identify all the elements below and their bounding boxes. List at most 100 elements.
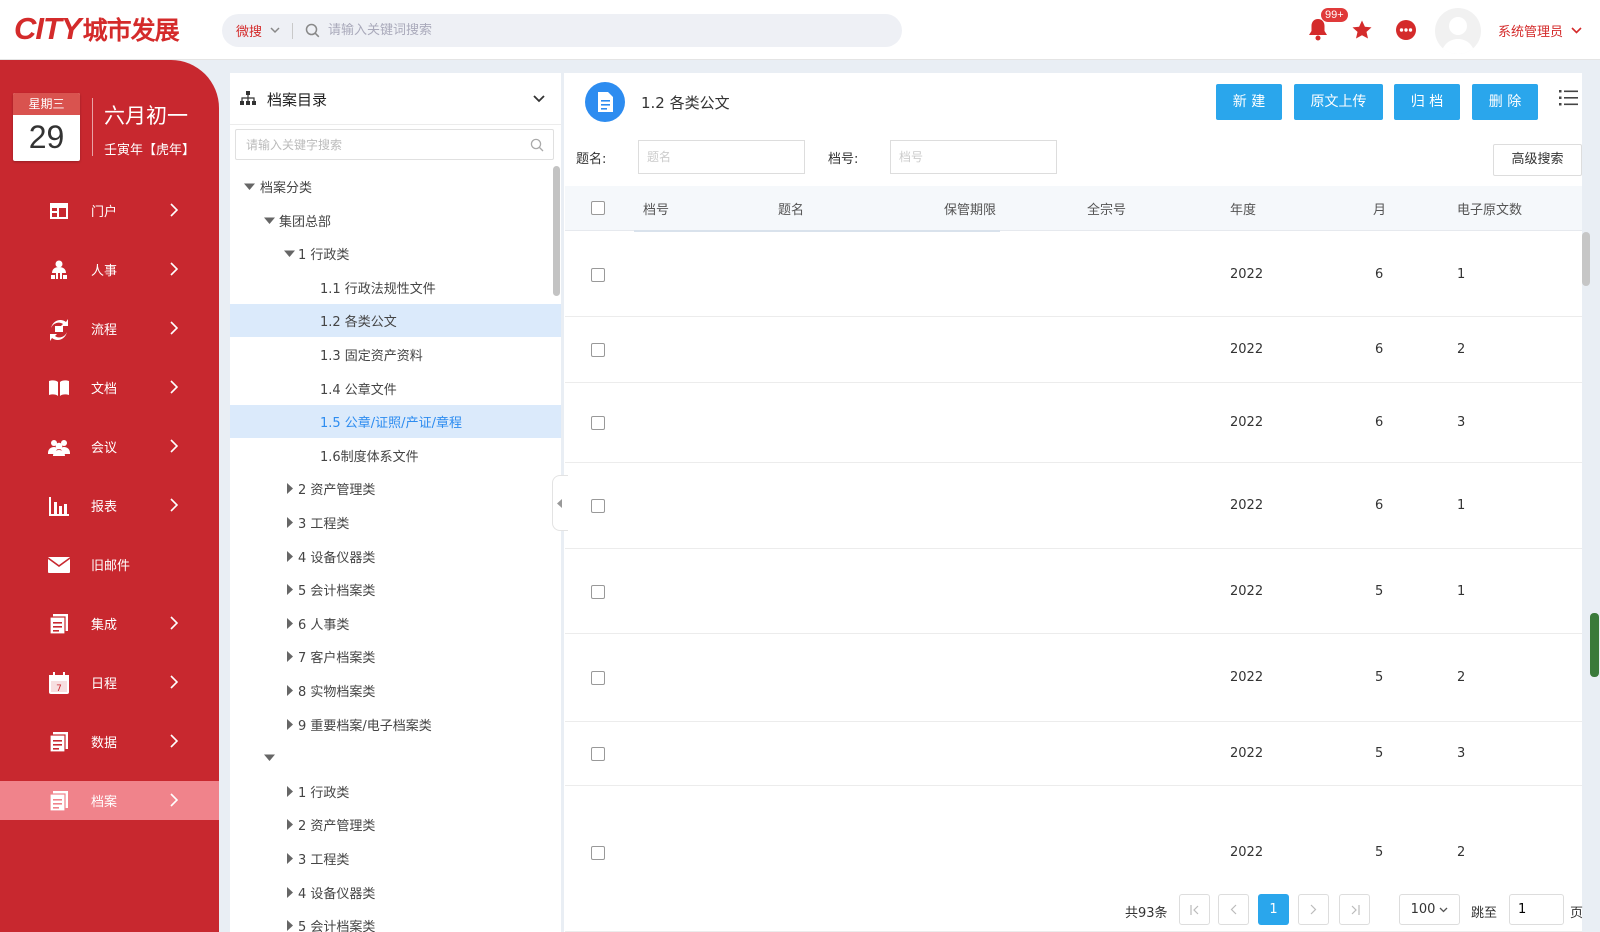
caret-right-icon[interactable] <box>284 651 295 663</box>
tree-node[interactable]: 1.2 各类公文 <box>230 304 561 338</box>
caret-right-icon[interactable] <box>284 685 295 696</box>
caret-right-icon[interactable] <box>284 886 295 898</box>
sidebar-item-process[interactable]: 流程 <box>0 309 219 348</box>
table-row[interactable]: 2022 6 3 <box>565 383 1582 463</box>
side-drag-handle[interactable] <box>1590 613 1599 677</box>
tree-node[interactable]: 1.3 固定资产资料 <box>230 338 561 371</box>
row-checkbox[interactable] <box>591 343 605 357</box>
archive-button[interactable]: 归 档 <box>1394 84 1460 120</box>
sidebar-item-archive[interactable]: 档案 <box>0 781 219 820</box>
tree-node[interactable]: 1 行政类 <box>230 237 561 270</box>
tree-node[interactable]: 1.6制度体系文件 <box>230 439 561 472</box>
sidebar-item-old-mail[interactable]: 旧邮件 <box>0 545 219 584</box>
table-row[interactable]: 2022 6 2 <box>565 317 1582 383</box>
sidebar-item-integration[interactable]: 集成 <box>0 604 219 643</box>
caret-right-icon[interactable] <box>284 785 295 797</box>
tree-node[interactable]: 1.5 公章/证照/产证/章程 <box>230 405 561 439</box>
star-icon[interactable] <box>1351 19 1373 41</box>
table-row[interactable]: 2022 5 2 <box>565 634 1582 722</box>
caret-down-icon[interactable] <box>244 181 255 192</box>
sidebar-item-portal[interactable]: 门户 <box>0 191 219 230</box>
tree-node[interactable]: 集团总部 <box>230 204 561 237</box>
search-input[interactable] <box>328 23 849 38</box>
sidebar-item-schedule[interactable]: 7 日程 <box>0 663 219 702</box>
caret-right-icon[interactable] <box>284 920 295 932</box>
delete-button[interactable]: 删 除 <box>1472 84 1538 120</box>
caret-right-icon[interactable] <box>284 584 295 596</box>
caret-down-icon[interactable] <box>264 752 275 763</box>
tree-node[interactable]: 8 实物档案类 <box>230 674 561 707</box>
sidebar-item-data[interactable]: 数据 <box>0 722 219 761</box>
caret-down-icon[interactable] <box>284 248 295 259</box>
more-icon[interactable] <box>1395 19 1417 41</box>
user-menu[interactable]: 系统管理员 <box>1498 21 1582 40</box>
chevron-down-icon[interactable] <box>533 95 545 103</box>
row-checkbox[interactable] <box>591 846 605 860</box>
tree-node[interactable]: 4 设备仪器类 <box>230 540 561 573</box>
table-scrollbar[interactable] <box>1582 232 1590 286</box>
caret-right-icon[interactable] <box>284 718 295 730</box>
avatar[interactable] <box>1435 8 1481 54</box>
tree-node[interactable]: 1.4 公章文件 <box>230 372 561 405</box>
tree-scrollbar[interactable] <box>553 166 560 296</box>
title-filter-input[interactable] <box>638 140 805 174</box>
sidebar-item-meeting[interactable]: 会议 <box>0 427 219 466</box>
tree-node[interactable]: 5 会计档案类 <box>230 573 561 606</box>
sidebar-item-hr[interactable]: 人事 <box>0 250 219 289</box>
tree-node[interactable] <box>230 741 561 774</box>
caret-right-icon[interactable] <box>284 819 295 831</box>
list-menu-icon[interactable] <box>1559 90 1578 106</box>
column-header-fonds[interactable]: 全宗号 <box>1087 199 1126 218</box>
tree-node[interactable]: 6 人事类 <box>230 607 561 640</box>
row-checkbox[interactable] <box>591 585 605 599</box>
tree-node[interactable]: 1 行政类 <box>230 775 561 808</box>
column-header-no[interactable]: 档号 <box>643 199 669 218</box>
number-filter-input[interactable] <box>890 140 1057 174</box>
caret-right-icon[interactable] <box>284 617 295 629</box>
tree-node[interactable]: 3 工程类 <box>230 842 561 875</box>
page-size-select[interactable]: 100 <box>1399 894 1460 925</box>
jump-page-input[interactable] <box>1509 894 1564 925</box>
tree-node[interactable]: 档案分类 <box>230 170 561 203</box>
table-row[interactable]: 2022 5 3 <box>565 722 1582 786</box>
column-header-title[interactable]: 题名 <box>778 199 804 218</box>
table-row[interactable]: 2022 6 1 <box>565 232 1582 317</box>
tree-node[interactable]: 9 重要档案/电子档案类 <box>230 708 561 741</box>
column-header-month[interactable]: 月 <box>1373 199 1386 218</box>
tree-node[interactable]: 5 会计档案类 <box>230 909 561 932</box>
first-page-button[interactable] <box>1179 894 1210 925</box>
column-header-period[interactable]: 保管期限 <box>944 199 996 218</box>
caret-right-icon[interactable] <box>284 517 295 528</box>
column-header-count[interactable]: 电子原文数 <box>1457 199 1522 218</box>
row-checkbox[interactable] <box>591 671 605 685</box>
table-row[interactable]: 2022 6 1 <box>565 463 1582 549</box>
tree-search-input[interactable] <box>246 137 526 152</box>
row-checkbox[interactable] <box>591 416 605 430</box>
search-icon[interactable] <box>530 138 544 152</box>
caret-right-icon[interactable] <box>284 853 295 864</box>
next-page-button[interactable] <box>1298 894 1329 925</box>
current-page[interactable]: 1 <box>1258 894 1289 925</box>
column-header-year[interactable]: 年度 <box>1230 199 1256 218</box>
sidebar-item-reports[interactable]: 报表 <box>0 486 219 525</box>
row-checkbox[interactable] <box>591 747 605 761</box>
caret-down-icon[interactable] <box>264 215 275 226</box>
tree-node[interactable]: 2 资产管理类 <box>230 808 561 841</box>
last-page-button[interactable] <box>1339 894 1370 925</box>
tree-node[interactable]: 3 工程类 <box>230 506 561 539</box>
advanced-search-button[interactable]: 高级搜索 <box>1493 144 1582 176</box>
row-checkbox[interactable] <box>591 499 605 513</box>
tree-node[interactable]: 2 资产管理类 <box>230 472 561 505</box>
caret-right-icon[interactable] <box>284 550 295 562</box>
row-checkbox[interactable] <box>591 268 605 282</box>
tree-node[interactable]: 7 客户档案类 <box>230 640 561 673</box>
table-row[interactable]: 2022 5 1 <box>565 549 1582 634</box>
tree-header[interactable]: 档案目录 <box>230 73 561 125</box>
prev-page-button[interactable] <box>1218 894 1249 925</box>
caret-right-icon[interactable] <box>284 483 295 495</box>
search-scope-select[interactable]: 微搜 <box>236 21 280 40</box>
brand-logo[interactable]: CITY 城市发展 <box>14 11 180 46</box>
sidebar-item-documents[interactable]: 文档 <box>0 368 219 407</box>
select-all-checkbox[interactable] <box>591 201 605 215</box>
new-button[interactable]: 新 建 <box>1216 84 1282 120</box>
